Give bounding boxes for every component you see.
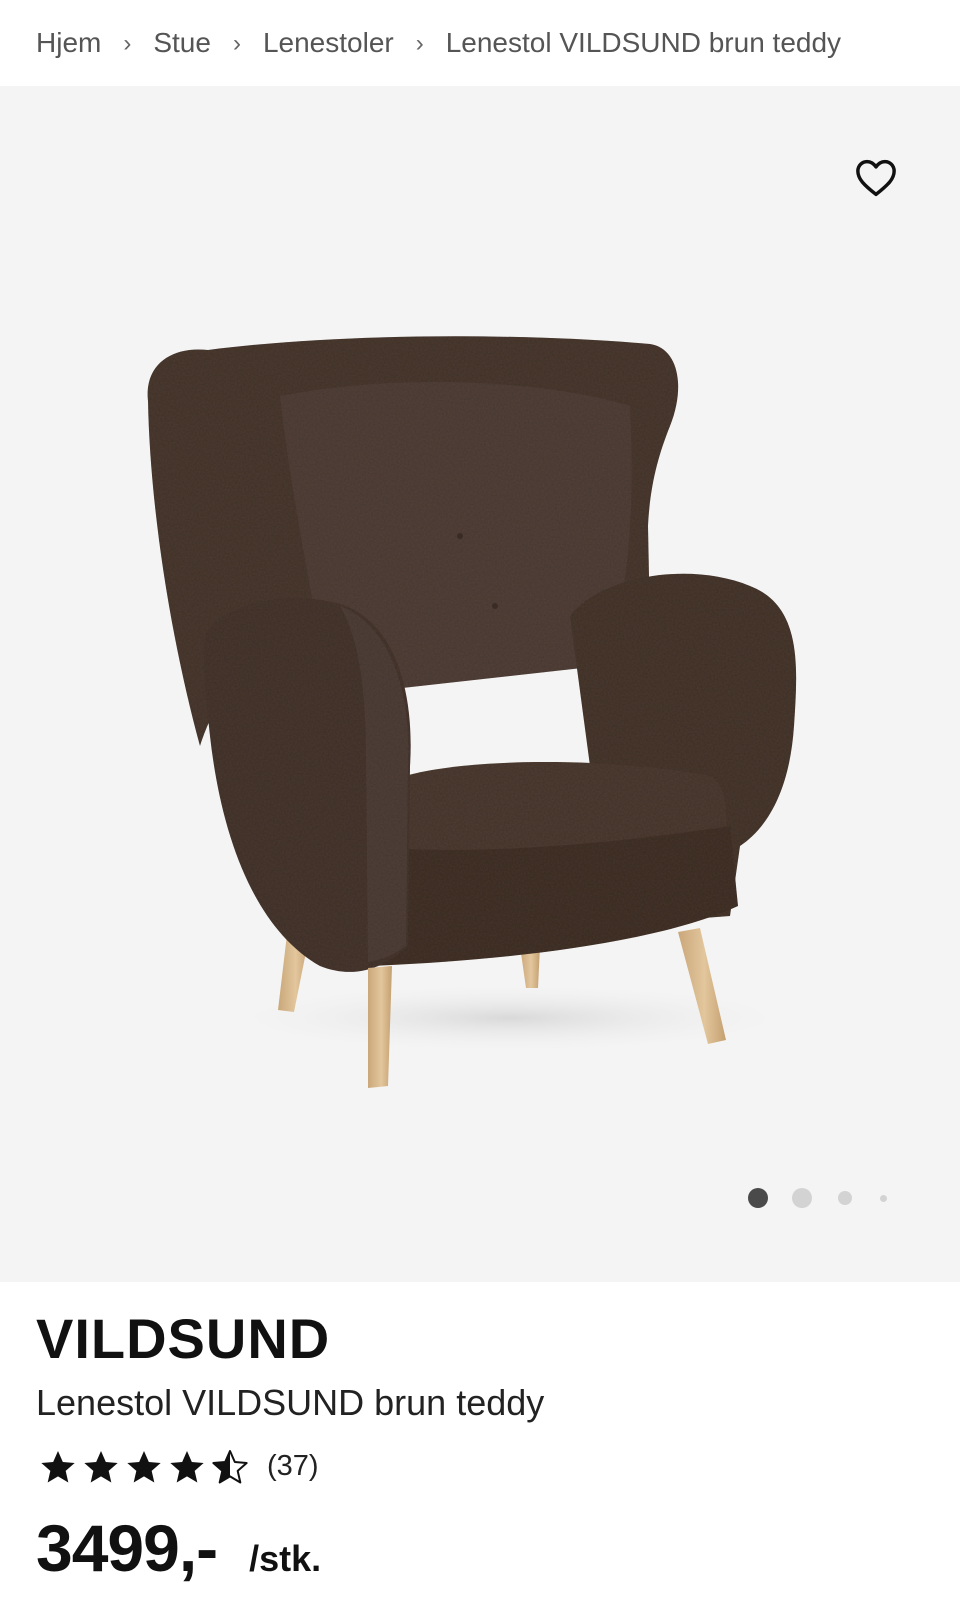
breadcrumb-stue[interactable]: Stue <box>153 27 211 59</box>
gallery-dot[interactable] <box>880 1194 887 1202</box>
star-half-icon <box>212 1450 248 1484</box>
rating-stars <box>38 1448 253 1488</box>
breadcrumb-home[interactable]: Hjem <box>36 27 101 59</box>
gallery-dot[interactable] <box>792 1188 812 1208</box>
gallery-dot-active[interactable] <box>748 1188 768 1208</box>
chevron-right-icon: › <box>415 30 424 57</box>
product-name: Lenestol VILDSUND brun teddy <box>36 1382 545 1423</box>
heart-outline-icon <box>856 159 896 197</box>
star-filled-icon <box>41 1451 75 1483</box>
chevron-right-icon: › <box>232 30 241 57</box>
favorite-button[interactable] <box>852 156 900 200</box>
breadcrumb-lenestoler[interactable]: Lenestoler <box>263 27 394 59</box>
gallery-dot[interactable] <box>838 1191 852 1205</box>
star-filled-icon <box>127 1451 161 1483</box>
star-filled-icon <box>170 1451 204 1483</box>
price-row: 3499,- /stk. <box>36 1510 321 1586</box>
price-unit: /stk. <box>249 1538 322 1579</box>
chevron-right-icon: › <box>123 30 132 57</box>
product-image[interactable] <box>130 306 830 1126</box>
breadcrumb: Hjem › Stue › Lenestoler › Lenestol VILD… <box>0 0 960 86</box>
gallery-pagination <box>748 1186 887 1210</box>
breadcrumb-current[interactable]: Lenestol VILDSUND brun teddy <box>446 27 841 59</box>
star-filled-icon <box>84 1451 118 1483</box>
review-count[interactable]: (37) <box>267 1450 319 1483</box>
product-info: VILDSUND Lenestol VILDSUND brun teddy (3… <box>0 1282 960 1612</box>
product-price: 3499,- <box>36 1511 218 1585</box>
product-rating[interactable]: (37) <box>38 1448 319 1488</box>
product-image-gallery[interactable] <box>0 86 960 1282</box>
product-brand: VILDSUND <box>36 1307 331 1370</box>
